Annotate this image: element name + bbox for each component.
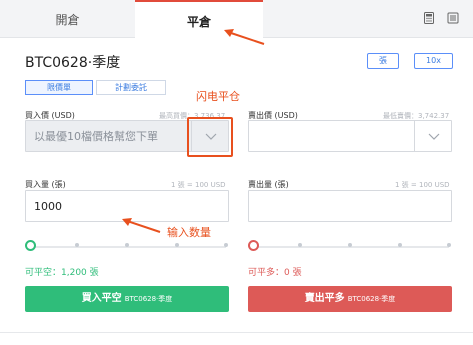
annotation-flash-close: 闪电平仓 <box>196 90 240 103</box>
sell-amount-input[interactable] <box>248 190 452 222</box>
buy-slider-knob[interactable] <box>25 240 36 251</box>
buy-slider-stop[interactable] <box>125 243 129 247</box>
buy-slider-stop[interactable] <box>75 243 79 247</box>
annotation-enter-quantity: 输入数量 <box>167 226 211 239</box>
leverage-button[interactable]: 10x <box>414 53 453 69</box>
sell-button-label: 賣出平多 <box>304 293 345 304</box>
highlight-flash-close <box>187 117 233 157</box>
sell-slider-stop[interactable] <box>398 243 402 247</box>
tab-open[interactable]: 開倉 <box>0 0 135 38</box>
buy-amount-label: 買入量 (張) <box>25 180 66 189</box>
sell-slider-stop[interactable] <box>298 243 302 247</box>
tab-limit-order[interactable]: 限價單 <box>25 80 93 95</box>
sell-amount-hint: 1 張 = 100 USD <box>395 181 450 189</box>
unit-button[interactable]: 張 <box>367 53 399 69</box>
buy-button-label: 買入平空 <box>81 293 122 304</box>
sell-amount-label: 賣出量 (張) <box>248 180 289 189</box>
buy-button-contract: BTC0628·季度 <box>124 295 173 303</box>
buy-available: 可平空：1,200 張 <box>25 268 99 278</box>
sell-button-contract: BTC0628·季度 <box>347 295 396 303</box>
sell-available: 可平多：0 張 <box>248 268 302 278</box>
annotation-arrow-tab <box>224 29 265 45</box>
chevron-down-icon[interactable] <box>414 121 452 151</box>
bottom-divider <box>0 332 473 333</box>
settings-icon[interactable] <box>447 12 459 24</box>
buy-slider-stop[interactable] <box>175 243 179 247</box>
sell-slider-stop[interactable] <box>348 243 352 247</box>
sell-price-field[interactable] <box>248 120 452 152</box>
sell-slider-stop[interactable] <box>447 243 451 247</box>
buy-price-placeholder: 以最優10檔價格幫您下單 <box>34 130 158 143</box>
buy-amount-hint: 1 張 = 100 USD <box>171 181 226 189</box>
sell-close-long-button[interactable]: 賣出平多 BTC0628·季度 <box>248 286 452 312</box>
buy-amount-value: 1000 <box>34 200 62 213</box>
annotation-arrow-quantity <box>122 218 161 233</box>
buy-close-short-button[interactable]: 買入平空 BTC0628·季度 <box>25 286 229 312</box>
contract-title: BTC0628·季度 <box>25 55 121 71</box>
sell-slider-knob[interactable] <box>248 240 259 251</box>
calculator-icon[interactable] <box>423 12 435 24</box>
buy-slider-stop[interactable] <box>224 243 228 247</box>
tab-plan-order[interactable]: 計劃委託 <box>96 80 166 95</box>
